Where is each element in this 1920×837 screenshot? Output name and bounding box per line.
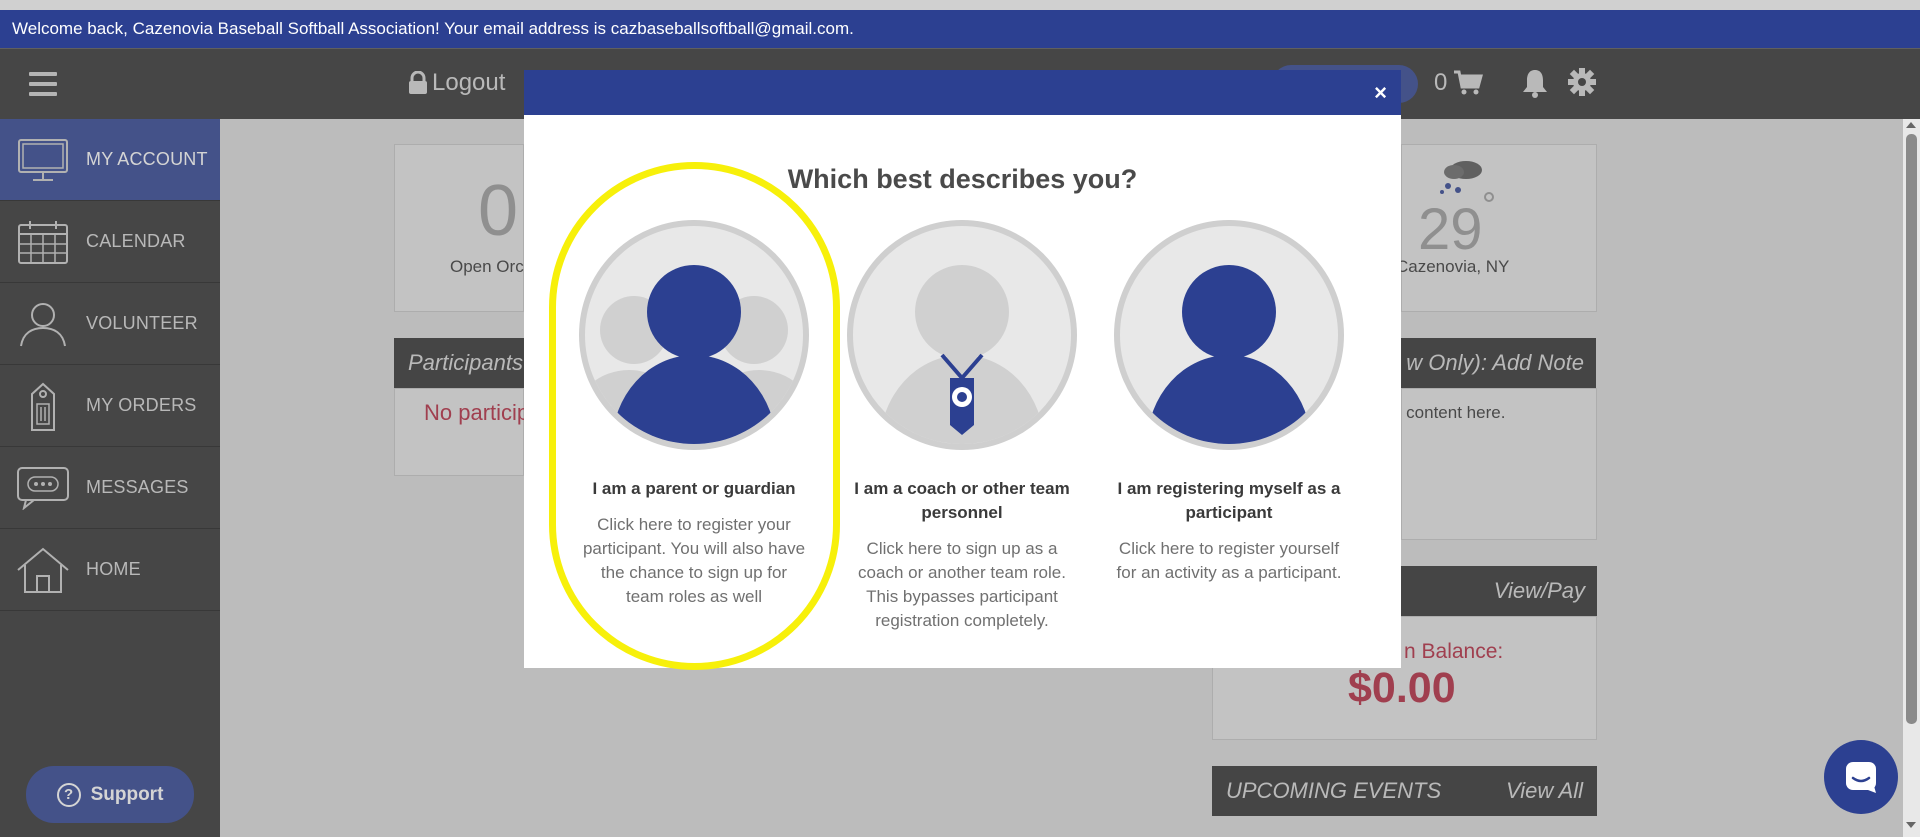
chat-icon [1846,762,1876,793]
option-title: I am registering myself as a participant [1117,479,1341,522]
option-coach-personnel[interactable]: I am a coach or other team personnel Cli… [837,220,1087,633]
chat-launcher-button[interactable] [1824,740,1898,814]
modal-title: Which best describes you? [787,164,1138,194]
modal-header-bar: × [524,70,1401,115]
scroll-thumb[interactable] [1906,134,1917,724]
option-title: I am a parent or guardian [592,479,796,498]
option-title: I am a coach or other team personnel [854,479,1070,522]
family-icon [579,220,809,450]
coach-whistle-icon [847,220,1077,450]
role-selection-modal: × Which best describes you? I am a paren… [524,70,1401,668]
option-description: Click here to sign up as a coach or anot… [858,539,1066,630]
scroll-down-arrow[interactable] [1906,822,1916,828]
option-description: Click here to register your participant.… [582,515,806,606]
top-strip [0,0,1920,10]
option-parent-guardian[interactable]: I am a parent or guardian Click here to … [569,220,819,609]
person-icon [1114,220,1344,450]
option-self-participant[interactable]: I am registering myself as a participant… [1104,220,1354,585]
scroll-up-arrow[interactable] [1906,122,1916,128]
welcome-bar: Welcome back, Cazenovia Baseball Softbal… [0,10,1920,48]
close-icon[interactable]: × [1374,80,1387,106]
option-description: Click here to register yourself for an a… [1116,539,1342,582]
